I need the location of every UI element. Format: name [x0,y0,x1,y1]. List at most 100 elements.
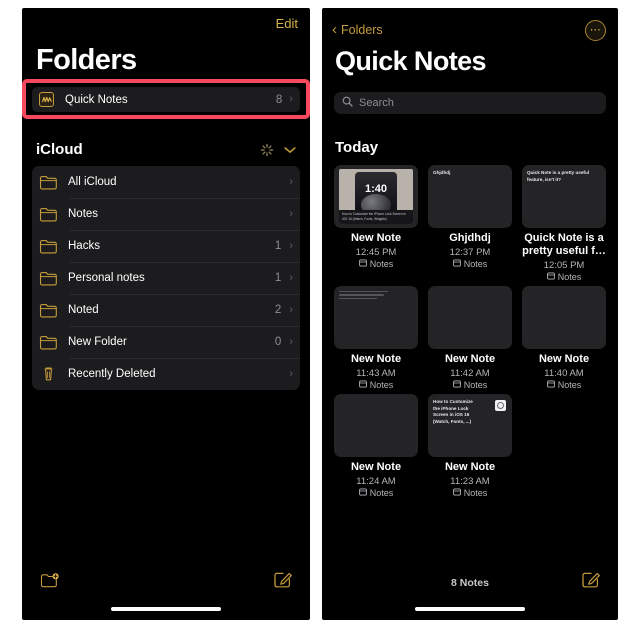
back-button[interactable]: ‹ Folders [332,22,383,37]
note-folder-label: Notes [463,258,488,269]
notes-folder-icon [358,488,367,498]
folder-list: All iCloud › Notes › Hacks 1 › Personal … [32,166,300,390]
note-title: New Note [350,460,402,473]
note-time: 11:43 AM [356,367,396,379]
folder-count: 2 [274,304,282,316]
note-thumbnail-image: 1:40 How to Customize the iPhone Lock Sc… [339,169,413,224]
folder-row[interactable]: Noted 2 › [32,294,300,326]
note-title: Ghjdhdj [449,232,491,244]
note-card[interactable]: New Note 11:43 AM Notes [334,285,418,390]
note-thumbnail-text: Ghjdhdj [433,170,451,175]
quick-notes-label: Quick Notes [65,93,128,106]
note-card[interactable]: New Note 11:24 AM Notes [334,393,418,498]
folder-icon [39,238,58,254]
note-thumbnail: 1:40 How to Customize the iPhone Lock Sc… [334,165,418,228]
quick-notes-count: 8 [275,93,283,106]
folder-icon [39,174,58,190]
note-time: 11:40 AM [544,367,584,379]
section-header-icloud[interactable]: iCloud [36,141,296,158]
folder-row[interactable]: Recently Deleted › [32,358,300,390]
section-header-label: iCloud [36,141,83,158]
note-time: 12:05 PM [543,259,585,271]
folder-row[interactable]: Notes › [32,198,300,230]
folder-icon [39,206,58,222]
note-thumbnail [334,393,418,457]
note-card[interactable]: New Note 11:40 AM Notes [522,285,606,390]
folder-row[interactable]: New Folder 0 › [32,326,300,358]
notes-folder-icon [452,259,461,269]
back-button-label: Folders [341,22,383,37]
folder-name: Hacks [68,240,100,252]
notes-folder-icon [546,380,555,390]
folder-name: New Folder [68,336,127,348]
folder-icon [39,334,58,350]
folder-name: Noted [68,304,99,316]
note-thumbnail [334,285,418,349]
home-indicator [111,607,221,611]
chevron-right-icon: › [289,367,293,380]
quick-note-icon [39,92,54,107]
more-ellipsis-icon: ⋯ [589,24,602,37]
notes-folder-icon [358,380,367,390]
note-title: New Note [444,460,496,473]
note-card[interactable]: Ghjdhdj Ghjdhdj 12:37 PM Notes [428,165,512,282]
note-thumbnail-text: Quick Note is a pretty useful feature, i… [527,170,590,182]
chevron-right-icon: › [289,335,293,348]
chevron-right-icon: › [289,93,293,105]
folders-screen: Edit Folders Quick Notes 8 › iCloud All … [22,8,310,620]
page-title: Quick Notes [335,46,487,76]
screenshot-canvas: Edit Folders Quick Notes 8 › iCloud All … [0,0,640,640]
note-folder: Notes [334,380,418,390]
note-time: 11:23 AM [450,475,490,487]
note-folder-label: Notes [463,379,488,390]
note-time: 11:24 AM [356,475,396,487]
activity-spinner-icon [260,143,274,157]
folder-row[interactable]: All iCloud › [32,166,300,198]
note-thumbnail-text: How to Customize the iPhone Lock Screen … [433,398,473,424]
note-card[interactable]: Quick Note is a pretty useful feature, i… [522,165,606,282]
note-title: New Note [444,352,496,365]
section-header-today: Today [335,139,379,156]
note-folder: Notes [334,488,418,498]
chevron-down-icon[interactable] [284,144,296,156]
note-folder-label: Notes [369,258,394,269]
note-folder: Notes [428,380,512,390]
notes-grid: 1:40 How to Customize the iPhone Lock Sc… [334,165,606,498]
chevron-left-icon: ‹ [332,21,337,38]
folder-row[interactable]: Hacks 1 › [32,230,300,262]
left-toolbar [22,564,310,620]
compose-icon[interactable] [273,570,292,594]
notes-folder-icon [358,259,367,269]
left-nav-bar: Edit [22,8,310,42]
note-folder: Notes [428,488,512,498]
chevron-right-icon: › [289,207,293,220]
chevron-right-icon: › [289,175,293,188]
note-thumbnail [522,285,606,349]
note-folder: Notes [522,272,606,282]
more-options-button[interactable]: ⋯ [585,20,606,41]
note-card[interactable]: 1:40 How to Customize the iPhone Lock Sc… [334,165,418,282]
note-title: New Note [538,352,590,365]
note-title: Quick Note is a pretty useful f… [522,232,606,257]
note-folder-label: Notes [557,379,582,390]
page-title: Folders [36,44,137,76]
note-thumbnail-lines [339,290,388,302]
note-time: 12:37 PM [449,246,491,258]
search-input[interactable]: Search [334,92,606,114]
note-card[interactable]: How to Customize the iPhone Lock Screen … [428,393,512,498]
folder-row[interactable]: Personal notes 1 › [32,262,300,294]
compose-icon[interactable] [581,570,600,594]
note-thumbnail: Ghjdhdj [428,165,512,228]
new-folder-icon[interactable] [40,572,60,594]
note-time: 12:45 PM [355,246,397,258]
chevron-right-icon: › [289,303,293,316]
folder-name: Notes [68,208,99,220]
thumbnail-caption: How to Customize the iPhone Lock Screen … [339,210,413,224]
note-folder: Notes [428,259,512,269]
sidebar-item-quick-notes[interactable]: Quick Notes 8 › [32,87,300,112]
note-thumbnail: Quick Note is a pretty useful feature, i… [522,165,606,228]
edit-button[interactable]: Edit [276,16,298,31]
search-icon [342,94,353,112]
note-card[interactable]: New Note 11:42 AM Notes [428,285,512,390]
link-badge-icon [495,399,506,411]
